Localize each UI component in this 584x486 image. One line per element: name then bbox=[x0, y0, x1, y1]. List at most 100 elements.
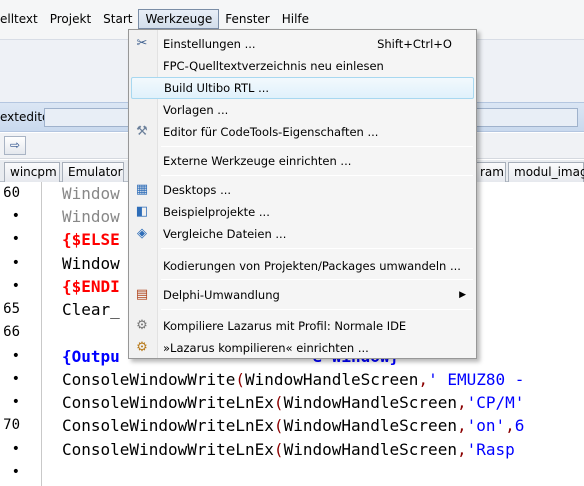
menu-item-kodierungen-von-projekten-packages-umwandeln[interactable]: Kodierungen von Projekten/Packages umwan… bbox=[131, 255, 474, 277]
title-field-right bbox=[474, 108, 578, 127]
code-line-4: {$ENDI bbox=[62, 275, 120, 298]
gutter-line-4: • bbox=[11, 278, 20, 294]
gutter-line-6: 66 bbox=[3, 324, 20, 340]
code-token: ( bbox=[273, 393, 284, 412]
code-token: , bbox=[418, 370, 429, 389]
codetools-icon: ⚒ bbox=[136, 124, 148, 139]
menu-item-label: »Lazarus kompilieren« einrichten ... bbox=[163, 341, 369, 355]
code-token: Window bbox=[62, 207, 120, 226]
menu-separator bbox=[161, 248, 473, 249]
tab-modul-image[interactable]: modul_image bbox=[508, 162, 584, 182]
code-line-2: {$ELSE bbox=[62, 228, 120, 251]
code-line-5: Clear_ bbox=[62, 298, 120, 321]
code-token: WindowHandleScreen bbox=[283, 393, 457, 412]
menu-projekt[interactable]: Projekt bbox=[44, 9, 97, 29]
tab-wincpm[interactable]: wincpm bbox=[4, 162, 60, 182]
gutter-line-1: • bbox=[11, 208, 20, 224]
menu-item-vergleiche-dateien[interactable]: ◈ Vergleiche Dateien ... bbox=[131, 223, 474, 245]
code-token: Window bbox=[62, 254, 120, 273]
examples-icon: ◧ bbox=[135, 204, 149, 219]
menu-item-editor-für-codetools-eigenschaften[interactable]: ⚒ Editor für CodeTools-Eigenschaften ... bbox=[131, 121, 474, 143]
menu-item-einstellungen[interactable]: ✂ Einstellungen ... Shift+Ctrl+O bbox=[131, 33, 474, 55]
code-token: 'CP/M' bbox=[466, 393, 525, 412]
menu-hilfe[interactable]: Hilfe bbox=[276, 9, 315, 29]
code-token: 6 bbox=[514, 416, 525, 435]
menu-item-label: Kompiliere Lazarus mit Profil: Normale I… bbox=[163, 319, 407, 333]
werkzeuge-dropdown: ✂ Einstellungen ... Shift+Ctrl+O FPC-Quellt… bbox=[128, 29, 477, 359]
menu-item-label: Build Ultibo RTL ... bbox=[164, 81, 270, 95]
code-token: ConsoleWindowWriteLnEx bbox=[62, 416, 274, 435]
gutter-line-0: 60 bbox=[3, 185, 20, 201]
code-line-11: ConsoleWindowWriteLnEx(WindowHandleScree… bbox=[62, 438, 515, 461]
menu-item-label: Vorlagen ... bbox=[163, 103, 229, 117]
menu-item-fpc-quelltextverzeichnis-neu-einlesen[interactable]: FPC-Quelltextverzeichnis neu einlesen bbox=[131, 55, 474, 77]
gutter-line-5: 65 bbox=[3, 301, 20, 317]
gutter-line-11: • bbox=[11, 441, 20, 457]
tab-ram[interactable]: ram bbox=[474, 162, 506, 182]
code-line-8: ConsoleWindowWrite(WindowHandleScreen,' … bbox=[62, 368, 524, 391]
code-token: , bbox=[456, 393, 467, 412]
code-token: , bbox=[456, 440, 467, 459]
gutter-line-9: • bbox=[11, 394, 20, 410]
gear-icon: ⚙ bbox=[136, 318, 148, 333]
delphi-icon: ▤ bbox=[135, 287, 149, 302]
build-gear-icon: ⚙ bbox=[136, 340, 148, 355]
gutter-line-7: • bbox=[11, 348, 20, 364]
menu-item-label: Beispielprojekte ... bbox=[163, 205, 270, 219]
code-line-10: ConsoleWindowWriteLnEx(WindowHandleScree… bbox=[62, 414, 524, 437]
code-token: 'Rasp bbox=[466, 440, 515, 459]
menu-item-vorlagen[interactable]: Vorlagen ... bbox=[131, 99, 474, 121]
gutter-line-12: • bbox=[11, 464, 20, 480]
menu-item-label: Vergleiche Dateien ... bbox=[163, 227, 287, 241]
diff-icon: ◈ bbox=[137, 226, 147, 241]
code-token: Window bbox=[62, 184, 120, 203]
code-token: WindowHandleScreen bbox=[283, 416, 457, 435]
menu-item-label: Kodierungen von Projekten/Packages umwan… bbox=[163, 259, 461, 273]
menu-item-shortcut: Shift+Ctrl+O bbox=[377, 37, 452, 51]
code-token: ( bbox=[273, 440, 284, 459]
code-token: {$ENDI bbox=[62, 277, 120, 296]
gutter-divider bbox=[41, 182, 42, 486]
menu-item-label: Externe Werkzeuge einrichten ... bbox=[163, 154, 352, 168]
menu-quelltext[interactable]: elltext bbox=[0, 9, 44, 29]
code-token: ConsoleWindowWriteLnEx bbox=[62, 393, 274, 412]
code-token: , bbox=[456, 416, 467, 435]
code-token: Clear_ bbox=[62, 300, 120, 319]
menu-item-label: Desktops ... bbox=[163, 183, 232, 197]
gutter-line-3: • bbox=[11, 255, 20, 271]
code-token: ( bbox=[235, 370, 246, 389]
menu-item-label: FPC-Quelltextverzeichnis neu einlesen bbox=[163, 59, 384, 73]
menu-item-lazarus-kompilieren-einrichten[interactable]: ⚙ »Lazarus kompilieren« einrichten ... bbox=[131, 337, 474, 359]
code-token: {$ELSE bbox=[62, 230, 120, 249]
tools-icon: ✂ bbox=[136, 36, 148, 51]
menu-item-externe-werkzeuge-einrichten[interactable]: Externe Werkzeuge einrichten ... bbox=[131, 150, 474, 172]
submenu-arrow-icon: ▶ bbox=[459, 290, 466, 300]
code-token: ' EMUZ80 - bbox=[428, 370, 525, 389]
menu-fenster[interactable]: Fenster bbox=[219, 9, 276, 29]
menu-item-kompiliere-lazarus-mit-profil-normale-ide[interactable]: ⚙ Kompiliere Lazarus mit Profil: Normale … bbox=[131, 315, 474, 337]
menu-start[interactable]: Start bbox=[97, 9, 138, 29]
menu-item-label: Einstellungen ... bbox=[163, 37, 256, 51]
menu-bar-row: elltext Projekt Start Werkzeuge Fenster … bbox=[0, 9, 315, 29]
code-token: ( bbox=[273, 416, 284, 435]
code-token: ConsoleWindowWriteLnEx bbox=[62, 440, 274, 459]
menu-separator bbox=[161, 309, 473, 310]
editor-title: extedito bbox=[0, 110, 50, 124]
line-number-gutter: 60 • • • • 65 66 • • • 70 • • bbox=[0, 182, 40, 486]
menu-werkzeuge[interactable]: Werkzeuge bbox=[138, 9, 220, 29]
menu-item-beispielprojekte[interactable]: ◧ Beispielprojekte ... bbox=[131, 201, 474, 223]
menu-separator bbox=[161, 146, 473, 147]
menu-item-build-ultibo-rtl[interactable]: Build Ultibo RTL ... bbox=[131, 77, 474, 99]
tab-emulator[interactable]: Emulator bbox=[62, 162, 124, 182]
code-line-9: ConsoleWindowWriteLnEx(WindowHandleScree… bbox=[62, 391, 524, 414]
menu-separator bbox=[161, 175, 473, 176]
menu-separator bbox=[161, 279, 473, 280]
gutter-line-10: 70 bbox=[3, 417, 20, 433]
menu-item-label: Delphi-Umwandlung bbox=[163, 288, 280, 302]
menu-item-delphi-umwandlung[interactable]: ▤ Delphi-Umwandlung ▶ bbox=[131, 284, 474, 306]
code-token: , bbox=[505, 416, 515, 435]
code-token: WindowHandleScreen bbox=[245, 370, 419, 389]
gutter-line-2: • bbox=[11, 231, 20, 247]
menu-item-desktops[interactable]: ▦ Desktops ... bbox=[131, 179, 474, 201]
arrow-right-icon[interactable]: ⇨ bbox=[4, 136, 26, 155]
